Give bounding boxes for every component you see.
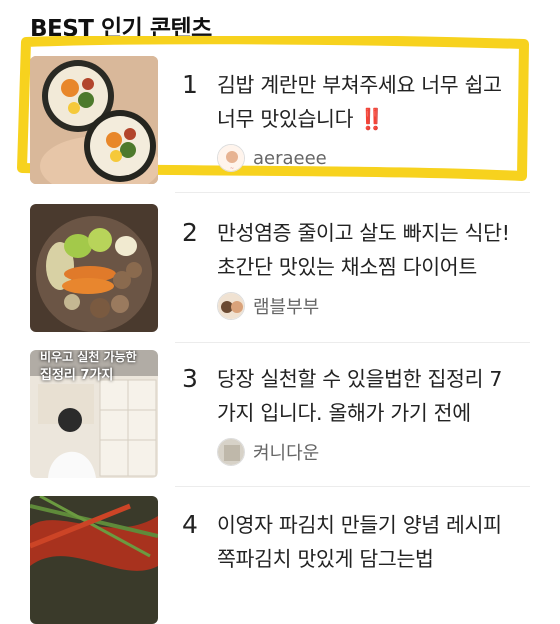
content-title[interactable]: 당장 실천할 수 있을법한 집정리 7가지 입니다. 올해가 가기 전에 (217, 362, 517, 430)
rank-number: 2 (182, 218, 198, 247)
content-item-1[interactable]: 1 김밥 계란만 부쳐주세요 너무 쉽고 너무 맛있습니다 ‼️ ~ aeraee… (30, 56, 530, 184)
title-text: 만성염증 줄이고 살도 빠지는 식단! 초간단 맛있는 채소찜 다이어트 (217, 221, 510, 279)
divider (175, 486, 530, 487)
veggie-thumbnail[interactable] (30, 204, 158, 332)
rank-number: 1 (182, 70, 198, 99)
kimchi-thumbnail[interactable] (30, 496, 158, 624)
author-info[interactable]: 램블부부 (217, 292, 319, 320)
content-title[interactable]: 이영자 파김치 만들기 양념 레시피 쪽파김치 맛있게 담그는법 (217, 508, 517, 576)
author-name: 켜니다운 (253, 443, 320, 464)
gimbap-thumbnail[interactable] (30, 56, 158, 184)
content-item-2[interactable]: 2 만성염증 줄이고 살도 빠지는 식단! 초간단 맛있는 채소찜 다이어트 램… (30, 204, 530, 332)
thumb-caption-1: 비우고 실천 가능한 (40, 350, 137, 364)
rank-number: 3 (182, 364, 198, 393)
avatar (217, 292, 245, 320)
rank-number: 4 (182, 510, 198, 539)
section-title: BEST 인기 콘텐츠 (30, 16, 212, 42)
double-exclamation-icon: ‼️ (359, 107, 385, 131)
author-info[interactable]: 켜니다운 (217, 438, 319, 466)
content-item-3[interactable]: 비우고 실천 가능한 집정리 7가지 3 당장 실천할 수 있을법한 집정리 7… (30, 350, 530, 478)
content-title[interactable]: 김밥 계란만 부쳐주세요 너무 쉽고 너무 맛있습니다 ‼️ (217, 68, 517, 136)
svg-text:~: ~ (230, 166, 234, 172)
content-item-4[interactable]: 4 이영자 파김치 만들기 양념 레시피 쪽파김치 맛있게 담그는법 (30, 496, 530, 624)
divider (175, 342, 530, 343)
author-name: aeraeee (253, 147, 327, 169)
title-text: 당장 실천할 수 있을법한 집정리 7가지 입니다. 올해가 가기 전에 (217, 367, 503, 425)
author-name: 램블부부 (253, 297, 320, 318)
avatar (217, 438, 245, 466)
organizing-thumbnail[interactable]: 비우고 실천 가능한 집정리 7가지 (30, 350, 158, 478)
content-title[interactable]: 만성염증 줄이고 살도 빠지는 식단! 초간단 맛있는 채소찜 다이어트 (217, 216, 517, 284)
thumb-caption-2: 집정리 7가지 (40, 368, 114, 383)
divider (175, 192, 530, 193)
author-info[interactable]: ~ aeraeee (217, 144, 327, 172)
title-text: 이영자 파김치 만들기 양념 레시피 쪽파김치 맛있게 담그는법 (217, 513, 502, 571)
avatar: ~ (217, 144, 245, 172)
